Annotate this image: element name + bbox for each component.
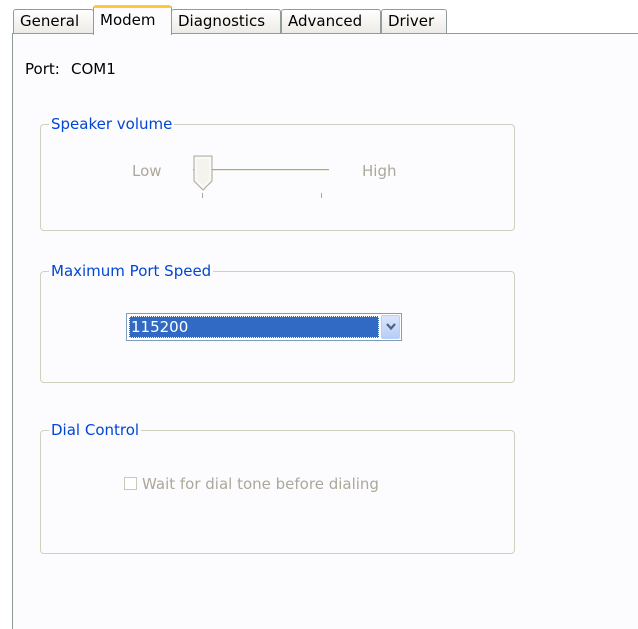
tab-strip: General Modem Diagnostics Advanced Drive… (0, 0, 638, 35)
modem-properties-page: General Modem Diagnostics Advanced Drive… (0, 0, 638, 629)
dropdown-button[interactable] (381, 315, 400, 339)
tab-diagnostics[interactable]: Diagnostics (171, 9, 281, 33)
chevron-down-icon (386, 323, 396, 331)
speaker-volume-group: Speaker volume Low High (40, 115, 515, 231)
wait-dial-tone-checkbox[interactable] (124, 477, 137, 490)
volume-slider-thumb[interactable] (193, 155, 213, 191)
dial-control-title: Dial Control (49, 421, 142, 439)
port-label: Port: (25, 60, 60, 78)
tab-modem[interactable]: Modem (93, 5, 172, 35)
port-speed-dropdown[interactable]: 115200 (126, 313, 402, 341)
dial-control-group: Dial Control Wait for dial tone before d… (40, 421, 515, 554)
volume-high-label: High (362, 162, 397, 180)
tab-general[interactable]: General (13, 9, 94, 33)
max-port-speed-group: Maximum Port Speed 115200 (40, 262, 515, 383)
volume-tick-max (321, 193, 322, 198)
port-value: COM1 (71, 60, 116, 78)
wait-dial-tone-label: Wait for dial tone before dialing (142, 475, 379, 493)
max-port-speed-title: Maximum Port Speed (49, 262, 214, 280)
volume-tick-min (202, 193, 203, 198)
port-speed-selected-value: 115200 (129, 316, 379, 338)
port-row: Port: COM1 (25, 60, 116, 78)
tab-advanced[interactable]: Advanced (281, 9, 381, 33)
tab-driver[interactable]: Driver (381, 9, 447, 33)
speaker-volume-title: Speaker volume (49, 115, 175, 133)
wait-dial-tone-option[interactable]: Wait for dial tone before dialing (124, 475, 379, 493)
volume-slider-track[interactable] (193, 169, 329, 172)
volume-low-label: Low (132, 162, 162, 180)
